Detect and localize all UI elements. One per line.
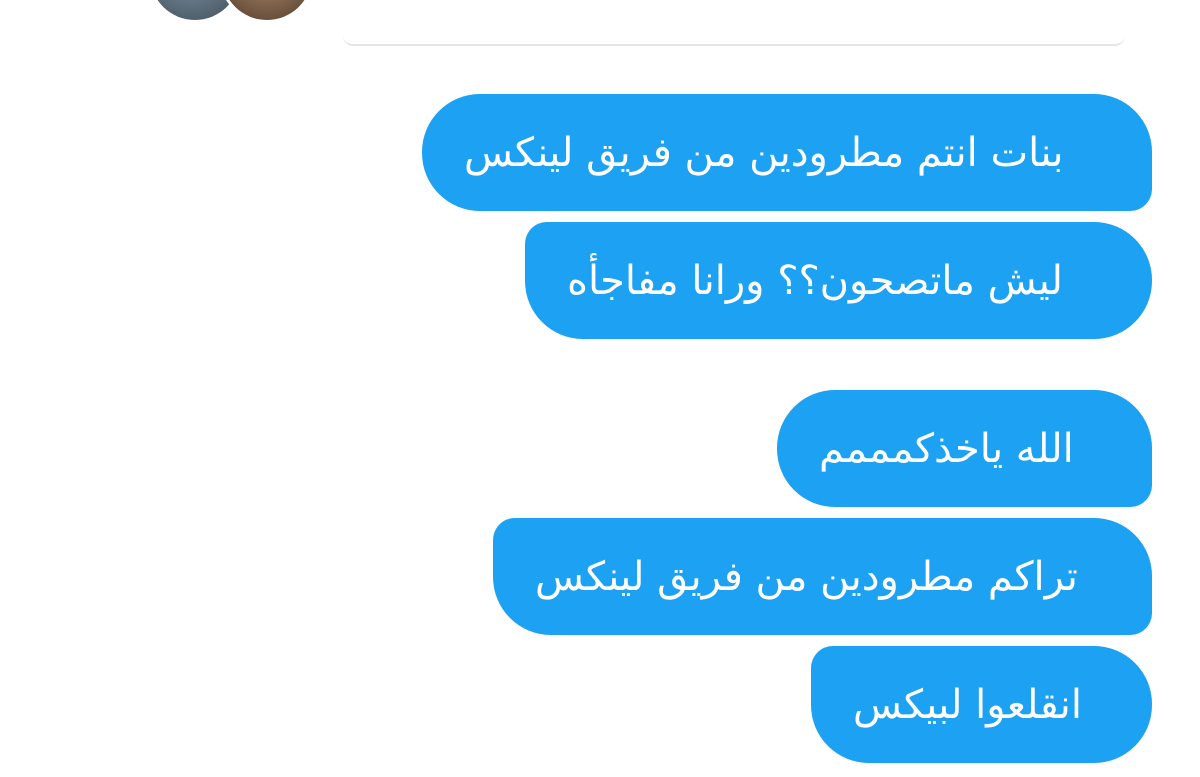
message-text: ليش ماتصحون؟؟ ورانا مفاجأه [567, 257, 1063, 304]
message-bubble[interactable]: تراكم مطرودين من فريق لينكس [493, 518, 1152, 635]
message-bubble[interactable]: انقلعوا لبيكس [811, 646, 1152, 763]
participant-avatar[interactable] [150, 0, 240, 20]
participant-avatar[interactable] [222, 0, 312, 20]
message-text: بنات انتم مطرودين من فريق لينكس [464, 129, 1064, 176]
message-text: الله ياخذكمممم [819, 425, 1074, 472]
message-text: انقلعوا لبيكس [853, 681, 1082, 728]
message-bubble[interactable]: بنات انتم مطرودين من فريق لينكس [422, 94, 1152, 211]
message-text: تراكم مطرودين من فريق لينكس [535, 553, 1078, 600]
message-bubble[interactable]: الله ياخذكمممم [777, 390, 1152, 507]
message-bubble[interactable]: ليش ماتصحون؟؟ ورانا مفاجأه [525, 222, 1152, 339]
header-divider [343, 36, 1125, 46]
